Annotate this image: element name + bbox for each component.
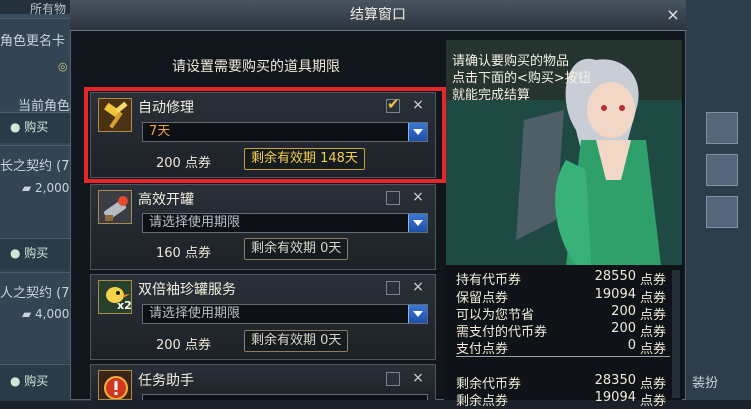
equip-slot[interactable] [706,196,738,228]
item-name: 双倍袖珍罐服务 [138,282,236,298]
dress-up-label[interactable]: 装扮 [692,372,718,391]
summary-divider [456,356,670,357]
summary-label: 持有代币券 [456,273,522,288]
window-titlebar: 结算窗口 × [70,0,686,31]
item-checkbox[interactable] [386,191,400,205]
buy-button[interactable]: ● 购买 [10,244,48,261]
remove-item-icon[interactable]: × [410,189,426,205]
summary-value: 200 [611,304,636,319]
jar-opener-icon [98,190,132,224]
remaining-validity: 剩余有效期 0天 [244,330,349,352]
item-checkbox[interactable] [386,372,400,386]
summary-value: 28550 [594,269,636,284]
summary-scrollbar[interactable] [672,270,680,398]
warning-icon [98,370,132,400]
window-title: 结算窗口 [350,7,406,23]
instruction-text: 请设置需要购买的道具期限 [172,59,340,75]
remaining-validity: 剩余有效期 0天 [244,238,349,260]
period-select[interactable]: 请选择使用期限 [142,304,428,324]
bird-x2-icon: x2 [98,280,132,314]
item-name: 任务助手 [138,373,194,389]
info-line-3: 就能完成结算 [452,88,531,103]
summary-value: 19094 [594,390,636,405]
summary-value: 28350 [594,373,636,388]
highlight-box [84,87,446,183]
shop-row-title: 角色更名卡 [0,34,66,49]
remove-item-icon[interactable]: × [410,370,426,386]
buy-button[interactable]: ● 购买 [10,118,48,135]
item-name: 高效开罐 [138,192,194,208]
item-checkbox[interactable] [386,281,400,295]
summary-value: 200 [611,321,636,336]
summary-value: 0 [627,338,636,353]
buy-button[interactable]: ● 购买 [10,372,48,389]
equip-slot[interactable] [706,154,738,186]
equip-slot[interactable] [706,112,738,144]
tab-all-items[interactable]: 所有物 [30,0,66,17]
close-icon[interactable]: × [663,5,683,25]
summary-value: 19094 [594,287,636,302]
period-select[interactable]: 请选择使用期限 [142,213,428,233]
item-price: 200 点券 [156,338,211,353]
summary-unit: 点券 [640,342,667,357]
shop-row-price: ▰ 4,000 [22,307,70,321]
item-price: 160 点券 [156,246,211,261]
summary-label: 支付点券 [456,342,509,357]
shop-row-price: ◎ [58,60,68,73]
period-select-value: 请选择使用期限 [149,215,241,230]
chevron-down-icon[interactable] [408,214,427,232]
period-select[interactable] [142,394,428,400]
shop-row-price: ▰ 2,000 [22,181,70,195]
chevron-down-icon[interactable] [408,305,427,323]
remove-item-icon[interactable]: × [410,279,426,295]
summary-unit: 点券 [640,273,667,288]
period-select-value: 请选择使用期限 [149,306,241,321]
x2-badge: x2 [117,299,132,312]
